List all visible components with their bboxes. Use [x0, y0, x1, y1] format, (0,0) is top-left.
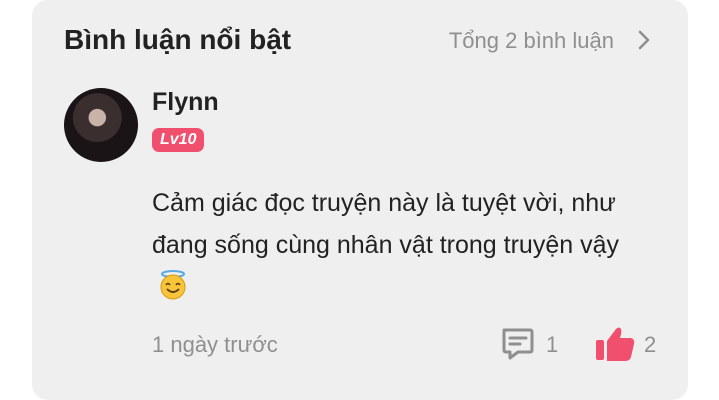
- comment-text: Cảm giác đọc truyện này là tuyệt vời, nh…: [152, 182, 652, 308]
- comment-time: 1 ngày trước: [152, 332, 278, 357]
- smiling-face-with-halo-icon: [160, 270, 186, 300]
- level-badge: Lv10: [152, 128, 205, 152]
- comment-body: Cảm giác đọc truyện này là tuyệt vời, nh…: [152, 189, 619, 259]
- like-count: 2: [644, 332, 657, 357]
- avatar[interactable]: [64, 88, 138, 162]
- reply-count: 1: [546, 332, 559, 357]
- thumbs-up-icon: [596, 327, 635, 361]
- chevron-right-icon[interactable]: [636, 28, 652, 52]
- featured-comments-card: Bình luận nổi bật Tổng 2 bình luận Flynn…: [32, 0, 688, 400]
- total-comments-link[interactable]: Tổng 2 bình luận: [449, 28, 614, 54]
- comments-header[interactable]: Bình luận nổi bật Tổng 2 bình luận: [32, 20, 688, 64]
- comment-icon: [502, 328, 534, 360]
- section-title: Bình luận nổi bật: [64, 24, 292, 55]
- username[interactable]: Flynn: [152, 88, 219, 117]
